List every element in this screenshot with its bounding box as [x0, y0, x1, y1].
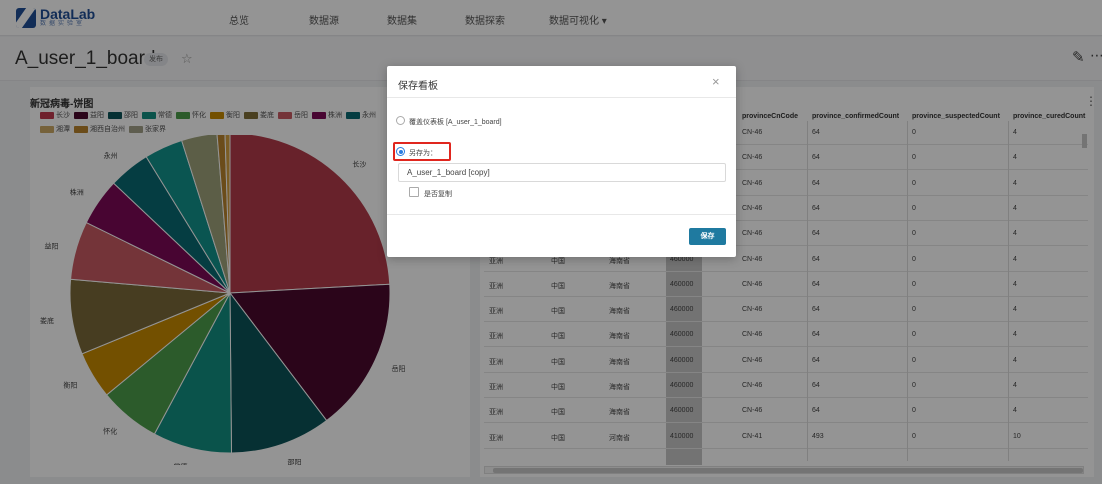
overwrite-radio[interactable] [396, 116, 405, 125]
dialog-header: 保存看板 × [387, 66, 736, 98]
overwrite-option-label[interactable]: 覆盖仪表板 [A_user_1_board] [409, 117, 502, 127]
save-button[interactable]: 保存 [689, 228, 726, 245]
close-icon[interactable]: × [712, 74, 720, 89]
dialog-divider [387, 214, 736, 215]
board-name-input[interactable] [398, 163, 726, 182]
save-board-dialog: 保存看板 × 覆盖仪表板 [A_user_1_board] 另存为： 是否复制 … [387, 66, 736, 257]
copy-checkbox-label[interactable]: 是否复制 [424, 189, 452, 199]
save-as-option-label[interactable]: 另存为： [409, 148, 437, 158]
save-as-radio[interactable] [396, 147, 405, 156]
copy-checkbox[interactable] [409, 187, 419, 197]
dialog-title: 保存看板 [398, 81, 438, 92]
